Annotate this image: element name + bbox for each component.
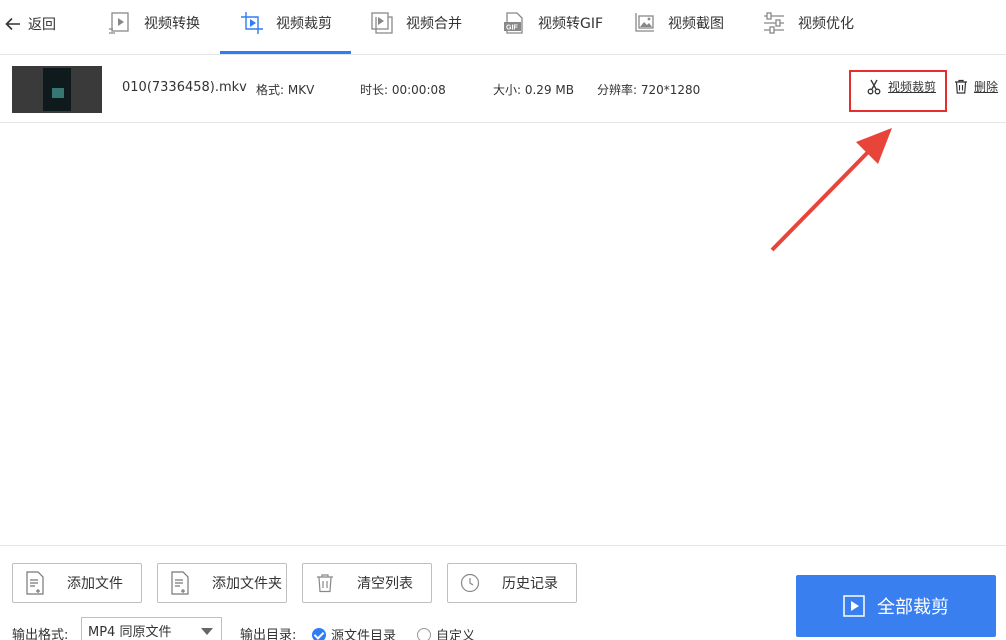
tab-video-optimize[interactable]: 视频优化 — [762, 8, 854, 38]
delete-link[interactable]: 删除 — [954, 78, 998, 95]
add-file-label: 添加文件 — [67, 576, 123, 592]
trash-icon — [955, 79, 967, 94]
active-tab-indicator — [220, 51, 351, 54]
file-format: 格式: MKV — [256, 83, 315, 97]
back-button[interactable]: 返回 — [4, 12, 56, 36]
video-crop-icon — [240, 11, 264, 35]
clear-list-button[interactable]: 清空列表 — [302, 563, 432, 603]
gif-icon: GIF — [502, 11, 526, 35]
add-folder-label: 添加文件夹 — [212, 576, 282, 592]
clear-list-label: 清空列表 — [357, 576, 413, 592]
radio-source-dir[interactable]: 源文件目录 — [312, 625, 396, 640]
video-thumbnail — [12, 66, 102, 113]
add-file-button[interactable]: 添加文件 — [12, 563, 142, 603]
annotation-arrow — [770, 128, 892, 252]
crop-all-label: 全部裁剪 — [877, 597, 949, 618]
output-format-select[interactable]: MP4 同原文件 — [81, 617, 222, 640]
output-format-value: MP4 同原文件 — [88, 624, 172, 640]
crop-all-button[interactable]: 全部裁剪 — [796, 575, 996, 637]
radio-checked-icon — [312, 627, 326, 640]
tab-video-gif[interactable]: GIF 视频转GIF — [502, 8, 603, 38]
history-label: 历史记录 — [502, 576, 558, 592]
add-folder-button[interactable]: 添加文件夹 — [157, 563, 287, 603]
video-merge-icon — [370, 11, 394, 35]
tab-video-crop[interactable]: 视频裁剪 — [240, 8, 332, 38]
trash-icon — [315, 571, 335, 595]
tab-label: 视频转GIF — [538, 16, 604, 32]
tab-label: 视频裁剪 — [276, 16, 332, 32]
video-convert-icon — [108, 11, 132, 35]
arrow-left-icon — [5, 17, 20, 31]
tab-label: 视频优化 — [798, 16, 854, 32]
svg-text:GIF: GIF — [506, 25, 518, 32]
radio-custom-dir[interactable]: 自定义 — [417, 625, 475, 640]
add-folder-icon — [170, 571, 190, 595]
output-format-label: 输出格式: — [12, 628, 69, 640]
annotation-highlight-box — [849, 70, 947, 112]
image-icon — [632, 11, 656, 35]
file-duration: 时长: 00:00:08 — [360, 83, 446, 97]
sliders-icon — [762, 11, 786, 35]
bottom-panel: 添加文件 添加文件夹 清空列表 历史记录 输出格式: MP4 同原文件 输出目录… — [0, 545, 1006, 640]
back-label: 返回 — [28, 17, 56, 33]
file-resolution: 分辨率: 720*1280 — [597, 83, 701, 97]
output-dir-label: 输出目录: — [240, 628, 297, 640]
file-size: 大小: 0.29 MB — [493, 83, 574, 97]
clock-icon — [460, 571, 480, 595]
delete-label: 删除 — [974, 80, 999, 94]
tab-video-screenshot[interactable]: 视频截图 — [632, 8, 724, 38]
tab-video-merge[interactable]: 视频合并 — [370, 8, 462, 38]
tab-label: 视频合并 — [406, 16, 462, 32]
radio-source-dir-label: 源文件目录 — [331, 629, 397, 640]
tab-video-convert[interactable]: 视频转换 — [108, 8, 200, 38]
top-nav: 返回 视频转换 视频裁剪 视频合并 GIF 视频转GIF 视频截图 视频优化 — [0, 0, 1006, 55]
radio-custom-dir-label: 自定义 — [436, 629, 476, 640]
tab-label: 视频转换 — [144, 16, 200, 32]
radio-unchecked-icon — [417, 627, 431, 640]
file-name: 010(7336458).mkv — [122, 80, 247, 95]
chevron-down-icon — [201, 628, 213, 635]
add-file-icon — [25, 571, 45, 595]
history-button[interactable]: 历史记录 — [447, 563, 577, 603]
play-icon — [843, 595, 865, 617]
tab-label: 视频截图 — [668, 16, 724, 32]
